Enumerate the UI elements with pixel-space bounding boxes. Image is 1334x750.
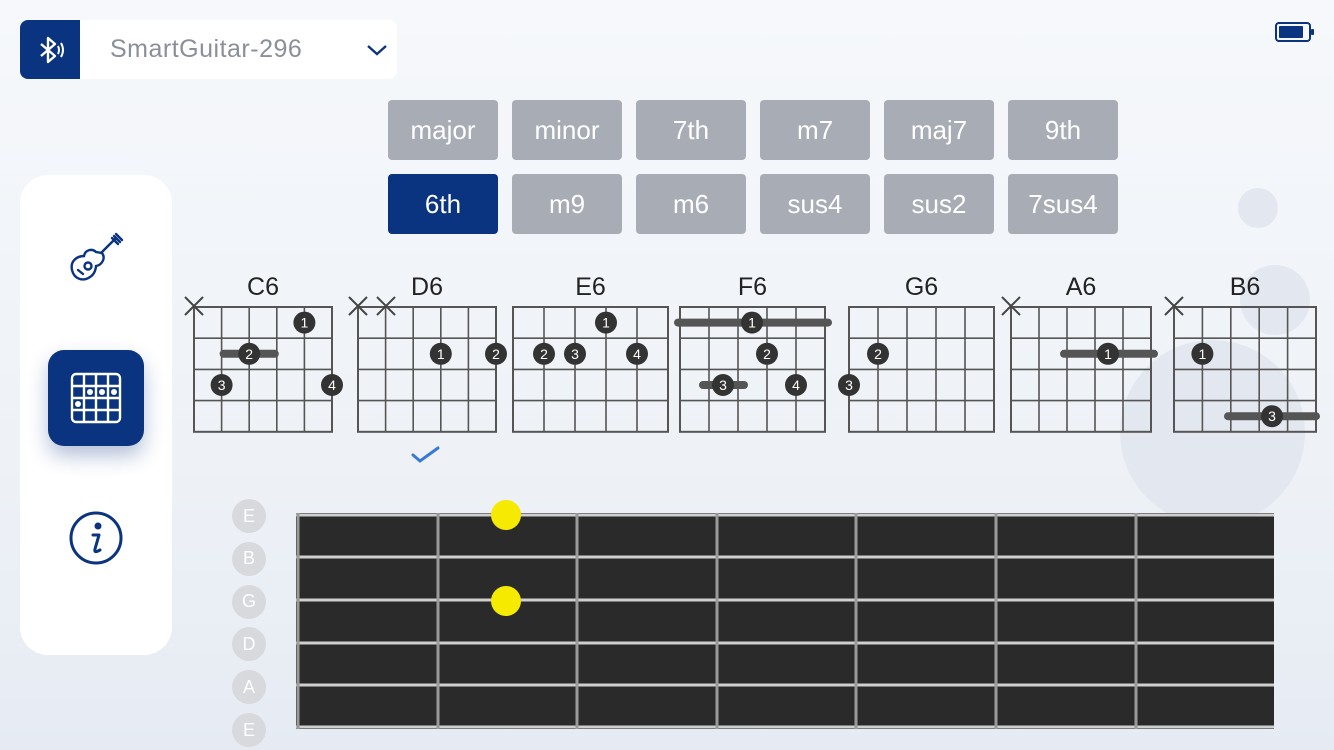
chord-diagrams: C6123 4D61 2E612 3 4F6123 4G623A61B613: [184, 273, 1320, 463]
finger-number: 1: [437, 346, 445, 362]
finger-number: 3: [1268, 408, 1276, 424]
fretboard-dot: [491, 500, 521, 530]
finger-number: 4: [792, 377, 800, 393]
string-label: E: [232, 713, 266, 747]
finger-number: 2: [763, 346, 771, 362]
finger-number: 2: [245, 346, 253, 362]
finger-number: 4: [328, 377, 336, 393]
string-label: B: [232, 541, 266, 576]
chord-name: B6: [1230, 273, 1261, 301]
finger-number: 1: [1199, 346, 1207, 362]
string-label: A: [232, 670, 266, 705]
finger-number: 3: [719, 377, 727, 393]
chord-name: D6: [411, 273, 443, 301]
fretboard-dot: [491, 586, 521, 616]
chord-name: C6: [247, 273, 279, 301]
finger-number: 2: [540, 346, 548, 362]
sidebar-item-info[interactable]: [48, 490, 144, 586]
finger-number: 3: [571, 346, 579, 362]
finger-number: 1: [301, 315, 309, 331]
string-label: D: [232, 627, 266, 662]
finger-number: 2: [492, 346, 500, 362]
chord-name: E6: [575, 273, 606, 301]
fretboard: [296, 513, 1274, 729]
finger-number: 1: [748, 315, 756, 331]
finger-number: 1: [602, 315, 610, 331]
chord-name: G6: [905, 273, 938, 301]
chord-name: A6: [1066, 273, 1097, 301]
finger-number: 2: [874, 346, 882, 362]
string-label: G: [232, 584, 266, 619]
finger-number: 3: [845, 377, 853, 393]
finger-number: 4: [633, 346, 641, 362]
chord-name: F6: [738, 273, 767, 301]
finger-number: 3: [218, 377, 226, 393]
info-icon: [69, 511, 123, 565]
finger-number: 1: [1104, 346, 1112, 362]
checkmark-icon: [411, 446, 440, 463]
string-label: E: [232, 499, 266, 533]
